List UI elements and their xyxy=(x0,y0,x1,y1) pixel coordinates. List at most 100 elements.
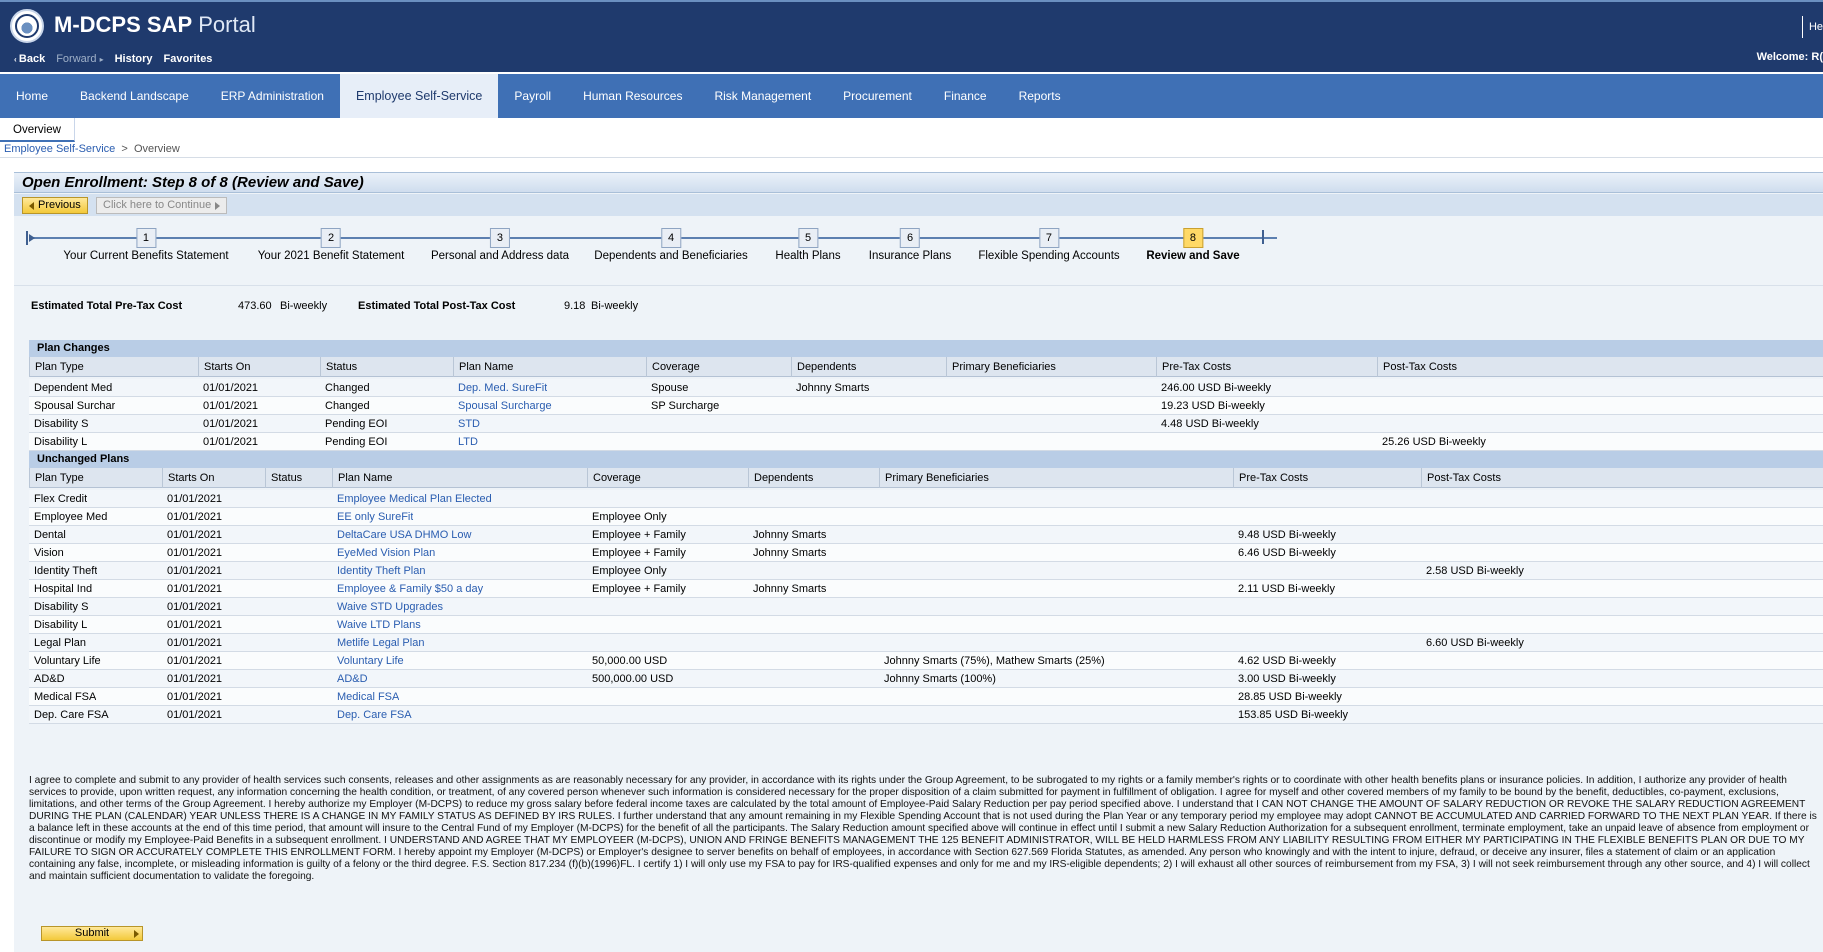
step-label: Insurance Plans xyxy=(868,250,952,262)
table-cell xyxy=(587,634,592,652)
plan-name-link[interactable]: Waive STD Upgrades xyxy=(332,598,443,616)
tab-risk-management[interactable]: Risk Management xyxy=(698,74,827,118)
table-cell xyxy=(946,397,951,415)
table-cell xyxy=(1233,598,1238,616)
submit-button[interactable]: Submit xyxy=(41,926,143,941)
column-header: Primary Beneficiaries xyxy=(879,468,989,488)
favorites-link[interactable]: Favorites xyxy=(164,53,213,65)
table-cell xyxy=(646,415,651,433)
step-start-icon xyxy=(26,231,38,245)
table-cell: Disability L xyxy=(34,619,88,631)
tab-home[interactable]: Home xyxy=(0,74,64,118)
plan-name-link[interactable]: STD xyxy=(453,415,480,433)
wizard-nav-bar: Previous Click here to Continue xyxy=(14,194,1823,216)
table-cell xyxy=(587,688,592,706)
pretax-total-value: 473.60 xyxy=(238,300,272,312)
portal-brand: M-DCPS SAP xyxy=(54,12,193,37)
step-5[interactable]: 5 Health Plans xyxy=(775,228,841,262)
column-header: Plan Type xyxy=(29,468,84,488)
header-divider xyxy=(1801,16,1803,38)
plan-name-link[interactable]: AD&D xyxy=(332,670,368,688)
tab-reports[interactable]: Reports xyxy=(1003,74,1077,118)
table-cell: Pending EOI xyxy=(325,436,388,448)
plan-name-link[interactable]: Spousal Surcharge xyxy=(453,397,552,415)
plan-name-link[interactable]: Employee Medical Plan Elected xyxy=(332,490,492,508)
step-1[interactable]: 1 Your Current Benefits Statement xyxy=(63,228,229,262)
table-cell: Dental xyxy=(34,529,66,541)
continue-button[interactable]: Click here to Continue xyxy=(96,197,228,214)
tab-employee-self-service[interactable]: Employee Self-Service xyxy=(339,74,499,118)
plan-name-link[interactable]: LTD xyxy=(453,433,478,451)
table-cell: Flex Credit xyxy=(34,493,88,505)
table-cell xyxy=(879,688,884,706)
back-link[interactable]: ‹ Back xyxy=(14,53,45,65)
table-cell: 6.60 USD Bi-weekly xyxy=(1426,637,1524,649)
column-header: Pre-Tax Costs xyxy=(1233,468,1308,488)
plan-name-link[interactable]: DeltaCare USA DHMO Low xyxy=(332,526,472,544)
forward-label: Forward xyxy=(56,53,97,65)
plan-name-link[interactable]: Waive LTD Plans xyxy=(332,616,421,634)
table-cell xyxy=(265,616,270,634)
step-7[interactable]: 7 Flexible Spending Accounts xyxy=(978,228,1120,262)
table-cell: 500,000.00 USD xyxy=(592,673,674,685)
table-cell: Disability L xyxy=(34,436,88,448)
tab-finance[interactable]: Finance xyxy=(928,74,1003,118)
subtab-overview[interactable]: Overview xyxy=(0,118,75,142)
step-end-icon xyxy=(1262,230,1264,244)
table-cell: Spouse xyxy=(651,382,689,394)
help-link[interactable]: He xyxy=(1801,16,1823,38)
breadcrumb-root[interactable]: Employee Self-Service xyxy=(4,143,115,155)
table-cell xyxy=(1421,652,1426,670)
plan-name-link[interactable]: Identity Theft Plan xyxy=(332,562,425,580)
plan-name-link[interactable]: Voluntary Life xyxy=(332,652,404,670)
table-cell: 2.11 USD Bi-weekly xyxy=(1238,583,1335,595)
step-label: Personal and Address data xyxy=(430,250,570,262)
plan-name-link[interactable]: EyeMed Vision Plan xyxy=(332,544,435,562)
table-cell: 25.26 USD Bi-weekly xyxy=(1382,436,1486,448)
tab-human-resources[interactable]: Human Resources xyxy=(567,74,698,118)
previous-button[interactable]: Previous xyxy=(22,197,88,214)
table-cell xyxy=(946,415,951,433)
breadcrumb-current: Overview xyxy=(133,143,180,155)
table-cell xyxy=(879,490,884,508)
history-nav: ‹ Back Forward ▸ History Favorites xyxy=(14,53,212,65)
table-cell: Employee Med xyxy=(34,511,108,523)
tab-backend-landscape[interactable]: Backend Landscape xyxy=(64,74,205,118)
breadcrumb-separator: > xyxy=(121,143,128,155)
table-cell: 01/01/2021 xyxy=(167,619,223,631)
plan-name-link[interactable]: EE only SureFit xyxy=(332,508,413,526)
step-label: Your 2021 Benefit Statement xyxy=(257,250,405,262)
step-6[interactable]: 6 Insurance Plans xyxy=(869,228,951,262)
table-cell: Vision xyxy=(34,547,64,559)
table-cell: Employee + Family xyxy=(592,547,686,559)
plan-name-link[interactable]: Metlife Legal Plan xyxy=(332,634,424,652)
table-cell xyxy=(791,433,796,451)
table-cell: 246.00 USD Bi-weekly xyxy=(1161,382,1272,394)
plan-name-link[interactable]: Medical FSA xyxy=(332,688,399,706)
table-cell xyxy=(265,706,270,724)
table-cell: Changed xyxy=(325,400,370,412)
tab-procurement[interactable]: Procurement xyxy=(827,74,928,118)
forward-link[interactable]: Forward ▸ xyxy=(56,53,103,65)
tab-payroll[interactable]: Payroll xyxy=(498,74,567,118)
step-2[interactable]: 2 Your 2021 Benefit Statement xyxy=(257,228,405,262)
page-title: Open Enrollment: Step 8 of 8 (Review and… xyxy=(14,172,1823,193)
history-link[interactable]: History xyxy=(115,53,153,65)
table-row: Dep. Care FSA 01/01/2021 Dep. Care FSA 153.… xyxy=(29,706,1823,724)
plan-name-link[interactable]: Dep. Care FSA xyxy=(332,706,412,724)
table-row: Medical FSA 01/01/2021 Medical FSA 28.85 US… xyxy=(29,688,1823,706)
step-4[interactable]: 4 Dependents and Beneficiaries xyxy=(594,228,748,262)
table-cell: Employee + Family xyxy=(592,583,686,595)
step-8[interactable]: 8 Review and Save xyxy=(1146,228,1240,262)
table-cell xyxy=(1421,706,1426,724)
tab-erp-administration[interactable]: ERP Administration xyxy=(205,74,340,118)
table-row: Spousal Surchar 01/01/2021 Changed Spousal … xyxy=(29,397,1823,415)
plan-name-link[interactable]: Dep. Med. SureFit xyxy=(453,379,547,397)
step-3[interactable]: 3 Personal and Address data xyxy=(431,228,569,262)
table-cell: Disability S xyxy=(34,418,89,430)
divider xyxy=(0,157,1823,158)
plan-name-link[interactable]: Employee & Family $50 a day xyxy=(332,580,483,598)
table-cell xyxy=(1421,670,1426,688)
table-cell: Johnny Smarts xyxy=(796,382,870,394)
table-cell xyxy=(1233,508,1238,526)
